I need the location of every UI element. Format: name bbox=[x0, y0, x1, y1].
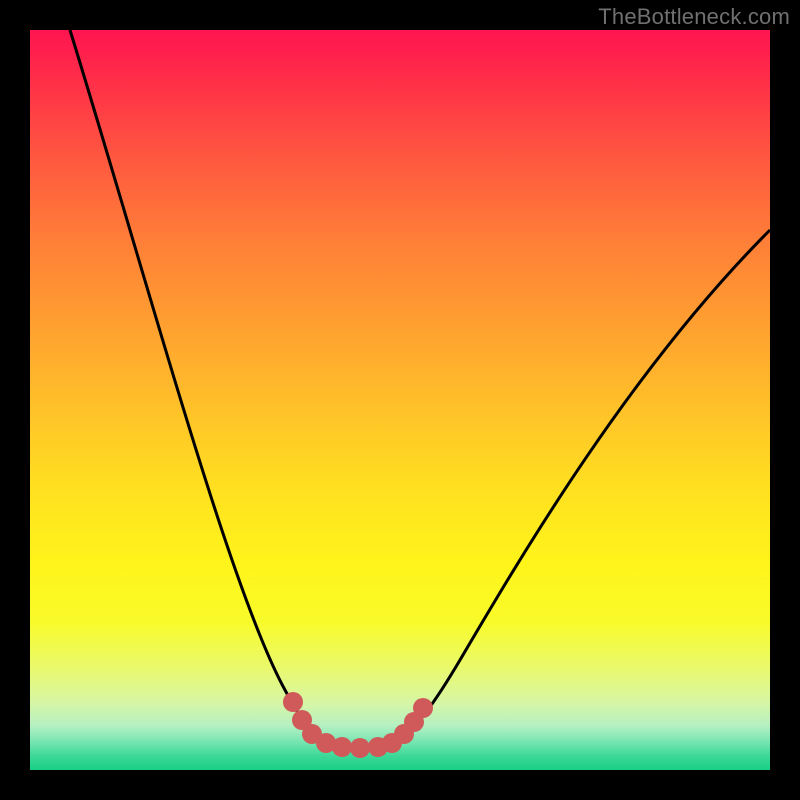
valley-markers-group bbox=[283, 692, 433, 758]
chart-frame: TheBottleneck.com bbox=[0, 0, 800, 800]
watermark-text: TheBottleneck.com bbox=[598, 4, 790, 30]
valley-marker bbox=[332, 737, 352, 757]
valley-marker bbox=[350, 738, 370, 758]
valley-marker bbox=[413, 698, 433, 718]
chart-svg bbox=[30, 30, 770, 770]
plot-area bbox=[30, 30, 770, 770]
valley-marker bbox=[283, 692, 303, 712]
bottleneck-curve bbox=[70, 30, 770, 748]
